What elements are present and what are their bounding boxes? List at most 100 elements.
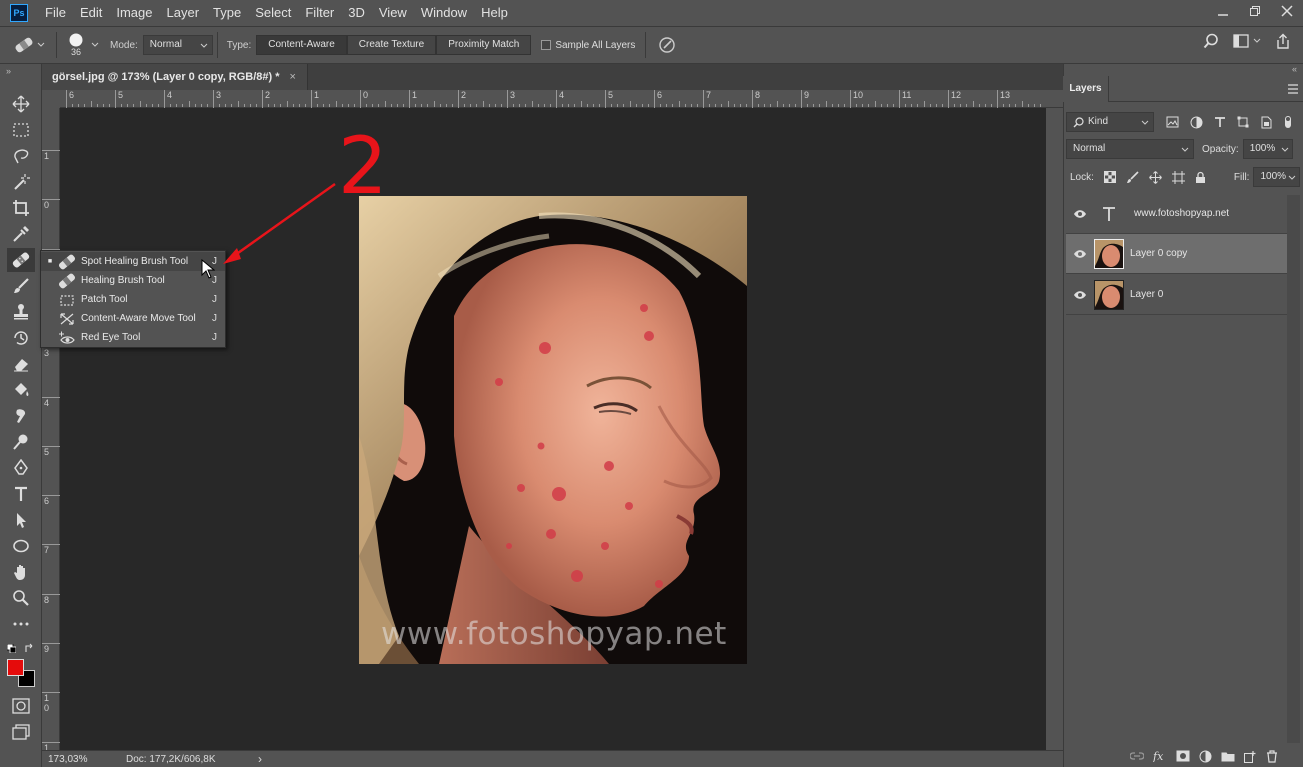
eraser-tool[interactable] [7,352,35,376]
flyout-item-spot-healing[interactable]: ■ Spot Healing Brush Tool J [41,252,225,271]
menu-select[interactable]: Select [248,0,298,26]
marquee-tool[interactable] [7,118,35,142]
restore-icon[interactable] [1239,0,1271,22]
menu-edit[interactable]: Edit [73,0,109,26]
dock-expand-icon[interactable]: « [1292,64,1297,74]
flyout-item-red-eye[interactable]: Red Eye Tool J [41,328,225,347]
pressure-size-icon[interactable] [658,36,676,54]
menu-view[interactable]: View [372,0,414,26]
sample-all-layers-checkbox[interactable] [541,40,552,50]
layer-style-fx-icon[interactable]: fx [1153,750,1167,762]
screen-mode-tool[interactable] [7,720,35,744]
panel-menu-icon[interactable] [1287,84,1299,94]
search-icon[interactable] [1203,33,1219,49]
menu-filter[interactable]: Filter [298,0,341,26]
lock-position-icon[interactable] [1149,170,1162,184]
spot-healing-tool[interactable] [7,248,35,272]
blend-mode-select[interactable]: Normal [1066,139,1194,159]
dodge-tool[interactable] [7,430,35,454]
document-tab[interactable]: görsel.jpg @ 173% (Layer 0 copy, RGB/8#)… [42,64,308,90]
zoom-level[interactable]: 173,03% [42,754,126,765]
visibility-toggle[interactable] [1066,209,1094,219]
tool-preset-picker[interactable] [6,31,52,59]
flyout-item-patch[interactable]: Patch Tool J [41,290,225,309]
brush-tool[interactable] [7,274,35,298]
smart-object-filter-icon[interactable] [1260,116,1272,129]
share-icon[interactable] [1275,33,1291,49]
delete-layer-icon[interactable] [1266,749,1278,763]
ruler-origin[interactable] [42,90,60,108]
type-filter-icon[interactable] [1214,116,1226,128]
opacity-field[interactable]: 100% [1242,139,1293,159]
mode-select[interactable]: Normal [142,35,213,55]
close-icon[interactable] [1271,0,1303,22]
ellipse-tool[interactable] [7,534,35,558]
menu-type[interactable]: Type [206,0,248,26]
create-texture-button[interactable]: Create Texture [346,35,437,55]
proximity-match-button[interactable]: Proximity Match [436,35,532,55]
new-group-icon[interactable] [1221,750,1235,762]
layers-panel-scrollbar[interactable] [1287,195,1300,743]
flyout-shortcut: J [212,313,217,324]
menu-file[interactable]: File [38,0,73,26]
smudge-tool[interactable] [7,404,35,428]
new-layer-icon[interactable] [1244,750,1257,763]
menu-window[interactable]: Window [414,0,474,26]
flyout-item-content-aware-move[interactable]: Content-Aware Move Tool J [41,309,225,328]
lasso-tool[interactable] [7,144,35,168]
layer-row-layer-0[interactable]: Layer 0 [1066,275,1287,315]
crop-tool[interactable] [7,196,35,220]
more-tools[interactable] [7,612,35,636]
menu-layer[interactable]: Layer [160,0,207,26]
canvas-area[interactable]: www.fotoshopyap.net [60,108,1046,750]
layer-row-text[interactable]: www.fotoshopyap.net [1066,194,1287,234]
visibility-toggle[interactable] [1066,249,1094,259]
history-brush-tool[interactable] [7,326,35,350]
quick-mask-tool[interactable] [7,694,35,718]
status-menu-arrow[interactable]: › [258,752,262,766]
adjustment-filter-icon[interactable] [1190,116,1203,129]
lock-artboard-icon[interactable] [1171,170,1185,184]
move-tool[interactable] [7,92,35,116]
tab-close-icon[interactable]: × [290,71,296,83]
default-colors-icon[interactable] [6,643,17,654]
content-aware-button[interactable]: Content-Aware [256,35,347,55]
layers-tab[interactable]: Layers [1063,76,1109,102]
shape-filter-icon[interactable] [1237,116,1249,128]
layer-mask-icon[interactable] [1176,750,1190,762]
layer-filter-kind[interactable]: Kind [1066,112,1154,132]
hand-tool[interactable] [7,560,35,584]
paint-bucket-tool[interactable] [7,378,35,402]
menu-image[interactable]: Image [109,0,159,26]
brush-size-picker[interactable]: 36 [61,33,91,57]
zoom-tool[interactable] [7,586,35,610]
vertical-ruler[interactable]: 101234567891 01 [42,108,60,753]
minimize-icon[interactable] [1207,0,1239,22]
lock-transparent-icon[interactable] [1103,171,1116,183]
filter-toggle-icon[interactable] [1283,115,1293,129]
document-image[interactable]: www.fotoshopyap.net [359,196,747,664]
flyout-item-healing-brush[interactable]: Healing Brush Tool J [41,271,225,290]
pixel-filter-icon[interactable] [1166,116,1179,128]
pen-tool[interactable] [7,456,35,480]
magic-wand-tool[interactable] [7,170,35,194]
type-tool[interactable] [7,482,35,506]
lock-all-icon[interactable] [1195,171,1206,184]
panel-collapse-icon[interactable]: » [6,66,11,76]
canvas-vertical-scrollbar[interactable] [1046,108,1063,750]
menu-help[interactable]: Help [474,0,515,26]
lock-pixels-icon[interactable] [1126,170,1139,184]
eyedropper-tool[interactable] [7,222,35,246]
path-selection-tool[interactable] [7,508,35,532]
swap-colors-icon[interactable] [24,643,35,657]
horizontal-ruler[interactable]: 6 5 4 3 2 1 0 1 2 3 4 5 6 7 8 9 10 11 12 13 [60,90,1063,108]
adjustment-layer-icon[interactable] [1199,750,1212,763]
foreground-color-swatch[interactable] [7,659,24,676]
clone-stamp-tool[interactable] [7,300,35,324]
workspace-switcher[interactable] [1233,34,1261,48]
link-layers-icon[interactable] [1130,751,1144,761]
layer-row-layer-0-copy[interactable]: Layer 0 copy [1066,234,1287,274]
fill-field[interactable]: 100% [1253,167,1300,187]
visibility-toggle[interactable] [1066,290,1094,300]
menu-3d[interactable]: 3D [341,0,372,26]
